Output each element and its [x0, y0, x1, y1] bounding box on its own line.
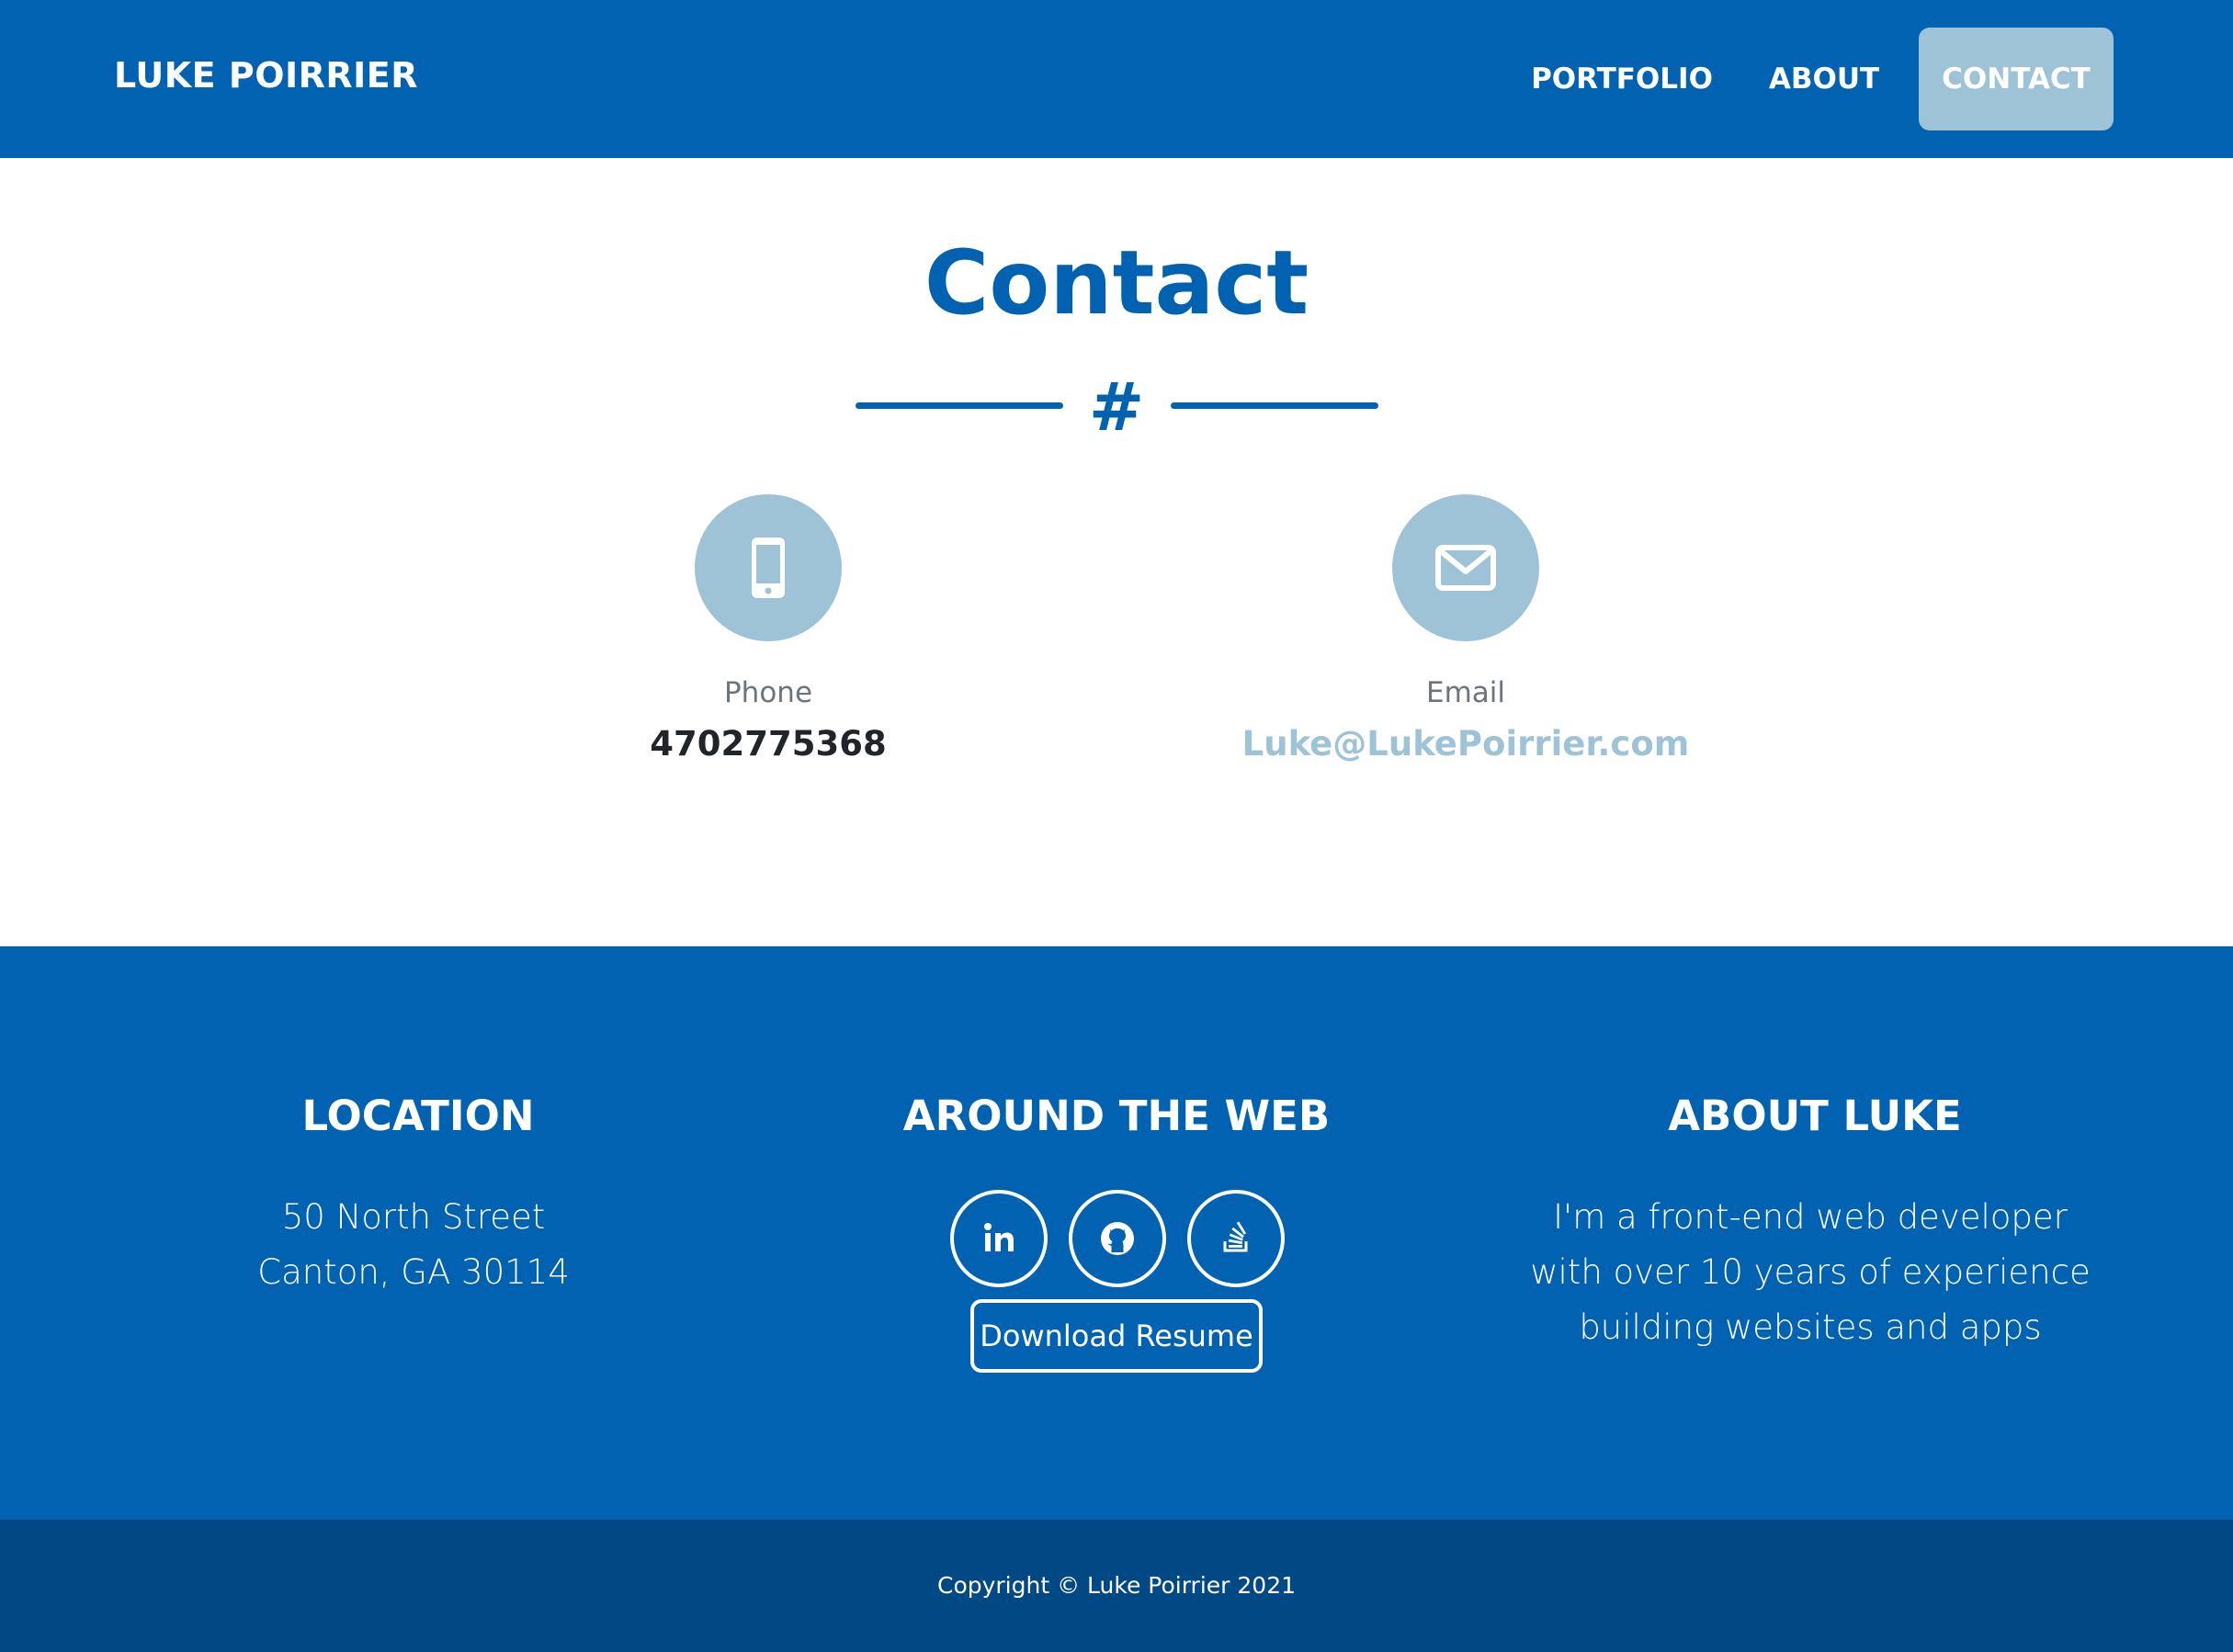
- copyright-text: Copyright © Luke Poirrier 2021: [936, 1572, 1296, 1599]
- about-luke-text: I'm a front-end web developer with over …: [1530, 1197, 2091, 1347]
- phone-number: 4702775368: [650, 724, 887, 764]
- around-the-web-heading: AROUND THE WEB: [902, 1092, 1331, 1140]
- stack-overflow-icon: [1223, 1221, 1248, 1252]
- email-link[interactable]: Luke@LukePoirrier.com: [1098, 719, 1833, 770]
- nav-link-contact[interactable]: CONTACT: [1919, 28, 2114, 130]
- navbar: LUKE POIRRIER PORTFOLIO ABOUT CONTACT: [0, 0, 2233, 158]
- github-icon: [1101, 1222, 1134, 1255]
- email-icon-circle: [1392, 494, 1539, 641]
- github-button[interactable]: [1069, 1190, 1166, 1287]
- phone-icon-circle: [695, 494, 842, 641]
- stack-overflow-button[interactable]: [1187, 1190, 1285, 1287]
- linkedin-button[interactable]: [950, 1190, 1048, 1287]
- email-label: Email: [1425, 676, 1505, 709]
- copyright-bar: Copyright © Luke Poirrier 2021: [0, 1520, 2233, 1652]
- mobile-phone-icon: [752, 537, 785, 598]
- divider-glyph: #: [1088, 368, 1145, 446]
- divider-line-right: [1171, 402, 1378, 409]
- envelope-icon: [1435, 545, 1496, 591]
- phone-label: Phone: [723, 676, 813, 709]
- nav-link-about[interactable]: ABOUT: [1751, 28, 1898, 130]
- download-resume-button[interactable]: Download Resume: [970, 1299, 1263, 1373]
- divider-line-left: [856, 402, 1063, 409]
- nav-link-portfolio[interactable]: PORTFOLIO: [1507, 28, 1737, 130]
- footer: LOCATION 50 North Street Canton, GA 3011…: [0, 946, 2233, 1520]
- about-luke-heading: ABOUT LUKE: [1668, 1092, 1962, 1140]
- address-line-2: Canton, GA 30114: [257, 1252, 570, 1292]
- brand-logo-link[interactable]: LUKE POIRRIER: [114, 55, 418, 96]
- address-line-1: 50 North Street: [281, 1197, 546, 1237]
- linkedin-icon: [984, 1223, 1014, 1251]
- location-heading: LOCATION: [301, 1092, 535, 1140]
- page-title: Contact: [924, 232, 1309, 334]
